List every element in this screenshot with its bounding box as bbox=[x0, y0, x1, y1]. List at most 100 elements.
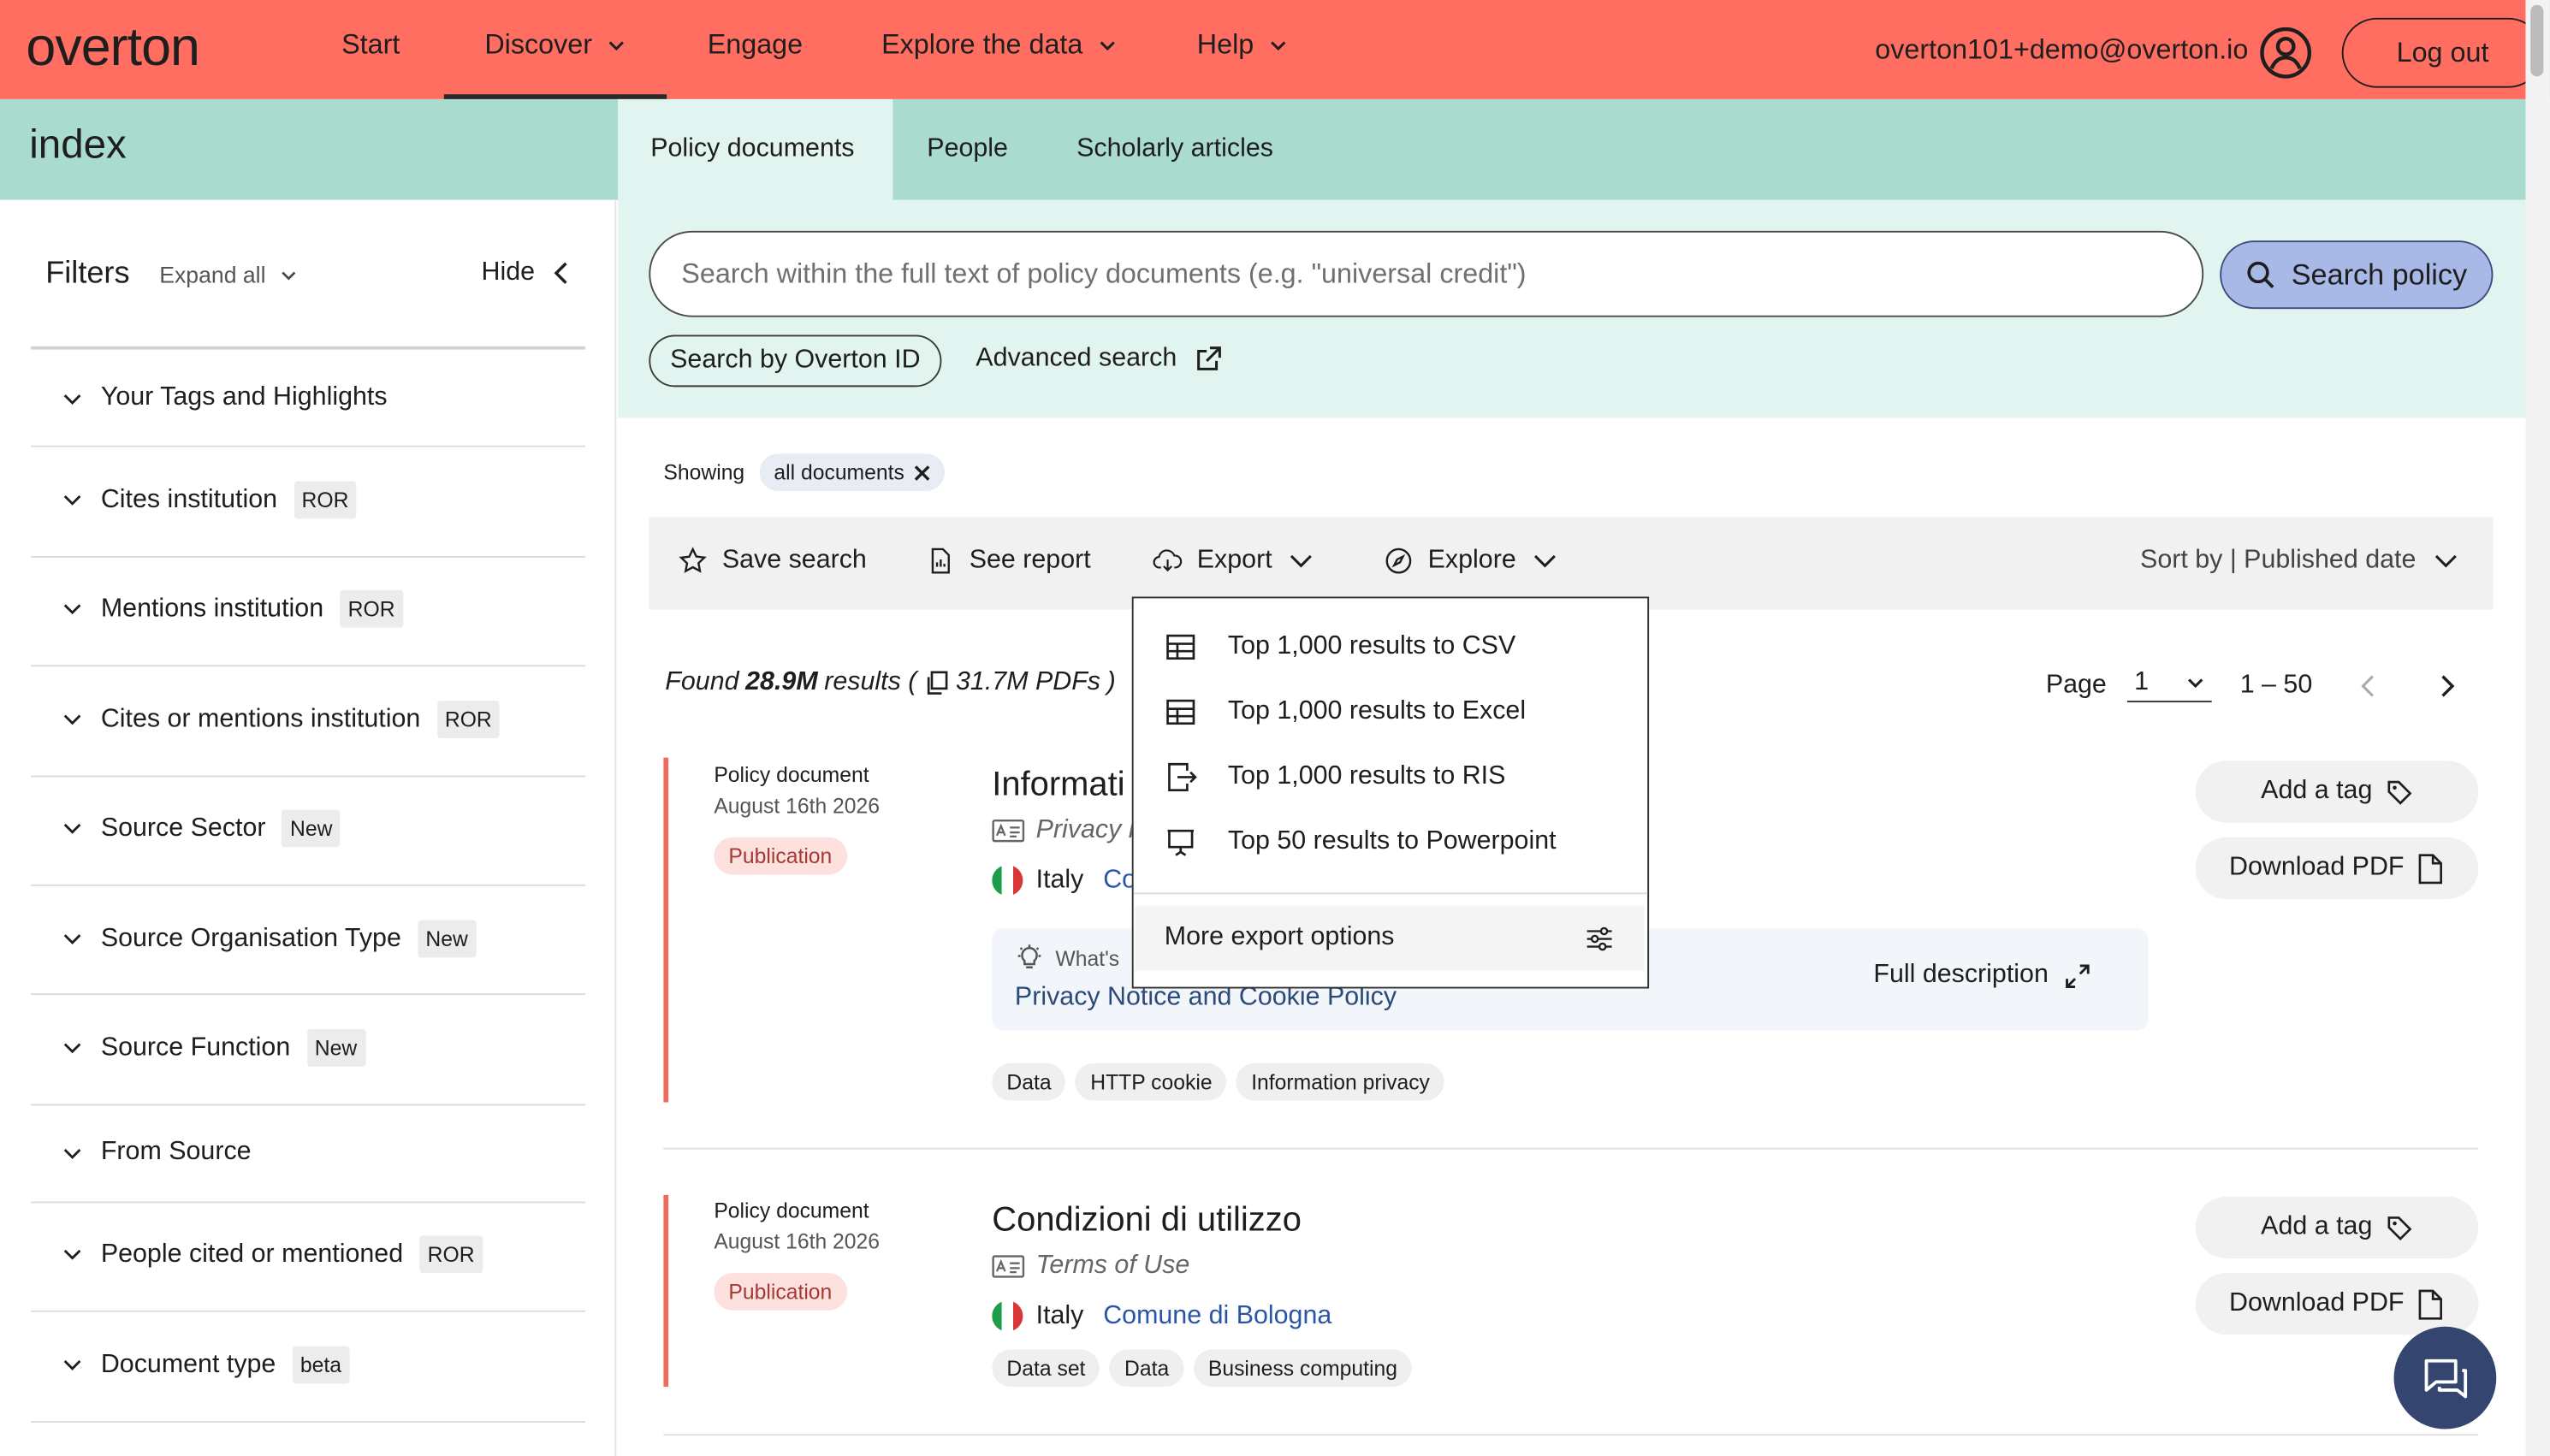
copy-icon bbox=[927, 671, 947, 695]
chevron-down-icon bbox=[63, 1148, 81, 1158]
download-pdf-button[interactable]: Download PDF bbox=[2195, 837, 2479, 899]
translate-icon bbox=[992, 1255, 1025, 1278]
filter-label: Source Organisation Type bbox=[100, 924, 401, 952]
divider bbox=[31, 665, 586, 667]
chevron-down-icon bbox=[63, 604, 81, 615]
nav-explore-data[interactable]: Explore the data bbox=[881, 29, 1118, 62]
explore-label: Explore bbox=[1427, 546, 1516, 574]
pdf-icon bbox=[2419, 1288, 2443, 1319]
topic-tag[interactable]: Information privacy bbox=[1236, 1062, 1445, 1101]
chevron-down-icon bbox=[63, 494, 81, 506]
filter-badge: New bbox=[282, 809, 341, 848]
export-powerpoint-option[interactable]: Top 50 results to Powerpoint bbox=[1165, 826, 1557, 858]
filter-mentions-institution[interactable]: Mentions institution ROR bbox=[62, 589, 404, 628]
tab-policy-documents[interactable]: Policy documents bbox=[618, 98, 893, 200]
add-tag-button[interactable]: Add a tag bbox=[2195, 761, 2479, 823]
search-policy-button[interactable]: Search policy bbox=[2220, 240, 2494, 310]
nav-help[interactable]: Help bbox=[1197, 29, 1290, 62]
filter-badge: ROR bbox=[436, 701, 501, 738]
full-description-button[interactable]: Full description bbox=[1873, 961, 2090, 990]
doc-title[interactable]: Condizioni di utilizzo bbox=[992, 1201, 1302, 1240]
see-report-label: See report bbox=[969, 546, 1091, 574]
chat-support-button[interactable] bbox=[2393, 1326, 2497, 1429]
user-email: overton101+demo@overton.io bbox=[1875, 33, 2249, 66]
filter-people-cited-or-mentioned[interactable]: People cited or mentioned ROR bbox=[62, 1235, 483, 1274]
export-excel-option[interactable]: Top 1,000 results to Excel bbox=[1165, 695, 1526, 728]
search-by-overton-id-button[interactable]: Search by Overton ID bbox=[649, 334, 942, 388]
chevron-right-icon[interactable] bbox=[2436, 672, 2459, 698]
page-value: 1 bbox=[2134, 668, 2150, 696]
tab-people[interactable]: People bbox=[927, 99, 1008, 200]
filter-source-organisation-type[interactable]: Source Organisation Type New bbox=[62, 920, 477, 958]
nav-engage[interactable]: Engage bbox=[708, 29, 803, 62]
topic-tag[interactable]: HTTP cookie bbox=[1076, 1062, 1227, 1101]
sort-by-label: Sort by | Published date bbox=[2140, 546, 2417, 574]
save-search-button[interactable]: Save search bbox=[679, 547, 867, 576]
export-button[interactable]: Export bbox=[1153, 547, 1316, 576]
nav-start[interactable]: Start bbox=[341, 29, 400, 62]
filter-your-tags[interactable]: Your Tags and Highlights bbox=[62, 384, 388, 413]
advanced-search-label: Advanced search bbox=[976, 344, 1177, 373]
chevron-left-icon[interactable] bbox=[2357, 672, 2380, 698]
filter-badge: ROR bbox=[294, 481, 357, 519]
doc-title[interactable]: Informati bbox=[992, 766, 1124, 805]
export-csv-label: Top 1,000 results to CSV bbox=[1227, 632, 1516, 660]
sort-by-select[interactable]: Sort by | Published date bbox=[2140, 547, 2460, 576]
expand-all-button[interactable]: Expand all bbox=[159, 262, 299, 287]
chevron-down-icon bbox=[2188, 678, 2204, 689]
search-input[interactable]: Search within the full text of policy do… bbox=[649, 230, 2204, 317]
see-report-button[interactable]: See report bbox=[925, 546, 1091, 576]
expand-all-label: Expand all bbox=[159, 261, 266, 288]
chevron-down-icon bbox=[63, 1043, 81, 1054]
export-ris-option[interactable]: Top 1,000 results to RIS bbox=[1165, 761, 1505, 793]
page-scrollbar[interactable] bbox=[2525, 0, 2550, 1456]
chevron-down-icon bbox=[63, 823, 81, 834]
divider bbox=[31, 1310, 586, 1312]
page-select[interactable]: 1 bbox=[2127, 668, 2213, 703]
close-icon[interactable] bbox=[914, 465, 930, 481]
tab-scholarly-articles[interactable]: Scholarly articles bbox=[1076, 99, 1273, 200]
result-accent-bar bbox=[663, 757, 669, 1103]
download-pdf-button[interactable]: Download PDF bbox=[2195, 1273, 2479, 1335]
chip-label: all documents bbox=[774, 459, 904, 485]
advanced-search-link[interactable]: Advanced search bbox=[976, 345, 1222, 374]
overton-logo[interactable]: overton bbox=[26, 16, 199, 78]
filter-cites-or-mentions-institution[interactable]: Cites or mentions institution ROR bbox=[62, 701, 501, 738]
result-divider bbox=[663, 1434, 2479, 1436]
doc-date: August 16th 2026 bbox=[714, 1228, 881, 1254]
filter-label: People cited or mentioned bbox=[100, 1240, 404, 1268]
topic-tag[interactable]: Data bbox=[1109, 1349, 1184, 1388]
filter-source-function[interactable]: Source Function New bbox=[62, 1029, 365, 1067]
add-tag-button[interactable]: Add a tag bbox=[2195, 1196, 2479, 1258]
save-search-label: Save search bbox=[721, 546, 867, 574]
filter-document-type[interactable]: Document type beta bbox=[62, 1346, 350, 1384]
filter-from-source[interactable]: From Source bbox=[62, 1138, 252, 1167]
pdf-icon bbox=[2419, 853, 2443, 884]
results-toolbar: Save search See report Export Explore So… bbox=[649, 517, 2494, 610]
pagination: Page 1 1 – 50 bbox=[2046, 668, 2459, 703]
filter-cites-institution[interactable]: Cites institution ROR bbox=[62, 481, 357, 519]
more-export-options[interactable]: More export options bbox=[1135, 905, 1645, 971]
tag-icon bbox=[2387, 779, 2411, 804]
divider bbox=[31, 445, 586, 447]
topic-tag[interactable]: Business computing bbox=[1193, 1349, 1413, 1388]
explore-button[interactable]: Explore bbox=[1384, 547, 1560, 576]
topic-tag[interactable]: Data set bbox=[992, 1349, 1100, 1388]
logout-button[interactable]: Log out bbox=[2341, 17, 2544, 88]
download-pdf-label: Download PDF bbox=[2228, 853, 2405, 882]
filter-source-sector[interactable]: Source Sector New bbox=[62, 809, 341, 848]
hide-filters-button[interactable]: Hide bbox=[482, 258, 571, 287]
user-icon[interactable] bbox=[2259, 26, 2313, 80]
search-icon bbox=[2247, 260, 2274, 288]
chevron-down-icon bbox=[63, 1249, 81, 1260]
source-link[interactable]: Comune di Bologna bbox=[1103, 1301, 1331, 1330]
filter-badge: New bbox=[306, 1029, 365, 1067]
scroll-thumb[interactable] bbox=[2530, 4, 2544, 77]
export-csv-option[interactable]: Top 1,000 results to CSV bbox=[1165, 630, 1515, 663]
index-bar: index Policy documents People Scholarly … bbox=[0, 98, 2526, 200]
publication-badge: Publication bbox=[714, 1273, 847, 1311]
active-filter-chip[interactable]: all documents bbox=[759, 453, 946, 491]
export-icon bbox=[1153, 549, 1183, 572]
nav-discover[interactable]: Discover bbox=[484, 29, 627, 62]
topic-tag[interactable]: Data bbox=[992, 1062, 1066, 1101]
